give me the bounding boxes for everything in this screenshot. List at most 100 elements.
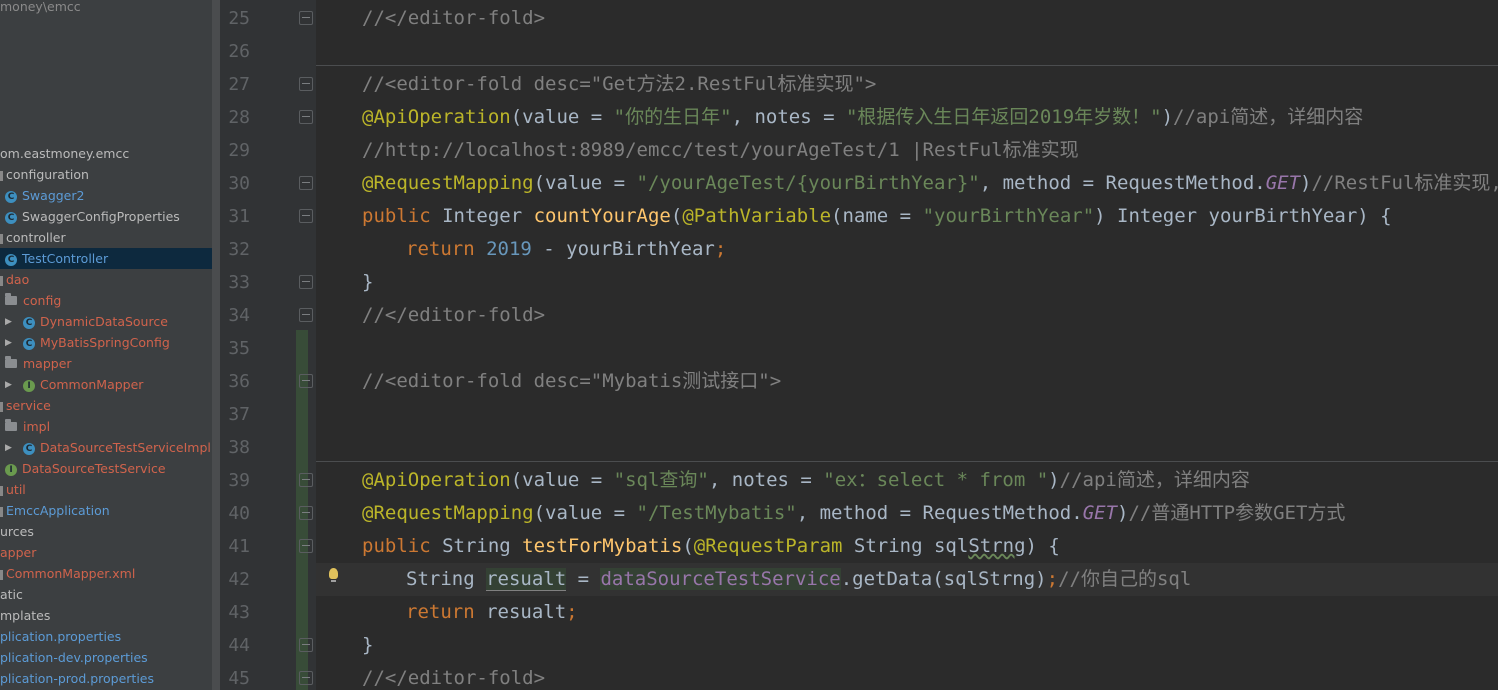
fold-marker-icon[interactable]: [299, 110, 313, 124]
code-token: testForMybatis: [522, 535, 683, 557]
code-editor[interactable]: 25 26 27 28 29 30 31 32 33 34 35 36 37 3…: [220, 0, 1498, 690]
tree-item-mapper-dir[interactable]: apper: [0, 542, 36, 563]
code-token: Integer: [442, 205, 534, 227]
class-icon: C: [5, 253, 17, 266]
code-token: ) {: [1025, 535, 1060, 557]
code-token: @RequestMapping: [362, 502, 534, 524]
tree-item-static[interactable]: atic: [0, 584, 23, 605]
fold-marker-icon[interactable]: [299, 638, 313, 652]
expand-arrow-icon[interactable]: ▶: [5, 438, 15, 459]
tree-item-label: dao: [6, 272, 30, 287]
tree-item-data-source-test-service-impl[interactable]: ▶ C DataSourceTestServiceImpl: [0, 437, 211, 458]
tree-item-service[interactable]: service: [0, 395, 51, 416]
folder-icon: [5, 419, 17, 431]
code-token: ) Integer yourBirthYear) {: [1094, 205, 1392, 227]
code-token: countYourAge: [533, 205, 671, 227]
tree-item-label: util: [6, 482, 26, 497]
code-token: @RequestMapping: [362, 172, 534, 194]
line-number: 37: [228, 404, 250, 425]
fold-marker-icon[interactable]: [299, 374, 313, 388]
code-token: "/TestMybatis": [636, 502, 797, 524]
tree-item-application-properties[interactable]: plication.properties: [0, 626, 121, 647]
tree-item-application-prod-properties[interactable]: plication-prod.properties: [0, 668, 154, 689]
code-token: //api简述，详细内容: [1173, 106, 1364, 128]
code-token: @RequestParam: [693, 535, 843, 557]
fold-marker-icon[interactable]: [299, 11, 313, 25]
fold-marker-icon[interactable]: [299, 176, 313, 190]
tree-item-application-dev-properties[interactable]: plication-dev.properties: [0, 647, 148, 668]
code-token: (value =: [510, 106, 614, 128]
code-line-42: String resualt = dataSourceTestService.g…: [406, 563, 1191, 596]
tree-item-label: DataSourceTestService: [22, 461, 166, 476]
code-line-30: @RequestMapping(value = "/yourAgeTest/{y…: [362, 167, 1498, 200]
code-token: ;: [566, 601, 578, 623]
line-number: 32: [228, 239, 250, 260]
fold-marker-icon[interactable]: [299, 671, 313, 685]
fold-marker-icon[interactable]: [299, 77, 313, 91]
code-token: resualt: [486, 601, 567, 623]
fold-marker-icon[interactable]: [299, 275, 313, 289]
tree-item-test-controller[interactable]: C TestController: [0, 248, 212, 269]
code-token: public: [362, 535, 443, 557]
panel-splitter[interactable]: [212, 0, 220, 690]
tree-item-label: plication-dev.properties: [0, 650, 148, 665]
tree-item-label: om.eastmoney.emcc: [0, 146, 130, 161]
tree-item-templates[interactable]: mplates: [0, 605, 50, 626]
tree-item-label: urces: [0, 524, 34, 539]
tree-item-path[interactable]: money\emcc: [0, 0, 81, 17]
tree-item-mapper[interactable]: mapper: [0, 353, 72, 374]
code-token: dataSourceTestService: [600, 568, 841, 590]
tree-item-configuration[interactable]: configuration: [0, 164, 89, 185]
code-token: String sql: [842, 535, 969, 557]
code-token: return: [406, 238, 487, 260]
tree-item-emcc-application[interactable]: EmccApplication: [0, 500, 110, 521]
code-token: 2019: [486, 238, 532, 260]
tree-item-dynamic-data-source[interactable]: ▶ C DynamicDataSource: [0, 311, 168, 332]
tree-item-data-source-test-service[interactable]: I DataSourceTestService: [0, 458, 166, 479]
tree-item-label: EmccApplication: [6, 503, 110, 518]
tree-item-dao[interactable]: dao: [0, 269, 29, 290]
tree-item-swagger2[interactable]: C Swagger2: [0, 185, 84, 206]
code-token: String: [406, 568, 487, 590]
line-number: 29: [228, 140, 250, 161]
code-line-32: return 2019 - yourBirthYear;: [406, 233, 726, 266]
tree-item-swagger-config-properties[interactable]: C SwaggerConfigProperties: [0, 206, 180, 227]
tree-item-config[interactable]: config: [0, 290, 61, 311]
line-number: 41: [228, 536, 250, 557]
tree-item-util[interactable]: util: [0, 479, 26, 500]
tree-item-common-mapper[interactable]: ▶ I CommonMapper: [0, 374, 143, 395]
code-token: resualt: [486, 568, 567, 591]
fold-marker-icon[interactable]: [299, 539, 313, 553]
code-line-39: @ApiOperation(value = "sql查询", notes = "…: [362, 464, 1250, 497]
code-token: .getData(sqlStrng): [840, 568, 1047, 590]
fold-marker-icon[interactable]: [299, 209, 313, 223]
expand-arrow-icon[interactable]: ▶: [5, 333, 15, 354]
tree-item-resources[interactable]: urces: [0, 521, 34, 542]
expand-arrow-icon[interactable]: ▶: [5, 375, 15, 396]
tree-item-mybatis-spring-config[interactable]: ▶ C MyBatisSpringConfig: [0, 332, 170, 353]
expand-arrow-icon[interactable]: ▶: [5, 312, 15, 333]
fold-marker-icon[interactable]: [299, 506, 313, 520]
tree-item-controller[interactable]: controller: [0, 227, 66, 248]
fold-marker-icon[interactable]: [299, 473, 313, 487]
tree-item-label: Swagger2: [22, 188, 85, 203]
lightbulb-icon[interactable]: [329, 568, 338, 582]
fold-marker-icon[interactable]: [299, 308, 313, 322]
code-token: GET: [1265, 172, 1301, 194]
tree-item-common-mapper-xml[interactable]: CommonMapper.xml: [0, 563, 135, 584]
code-token: //RestFul标准实现,必须: [1311, 172, 1498, 194]
tree-item-impl[interactable]: impl: [0, 416, 50, 437]
interface-icon: I: [5, 463, 17, 476]
line-number: 39: [228, 470, 250, 491]
tree-item-label: TestController: [22, 251, 109, 266]
class-icon: C: [5, 211, 17, 224]
code-token: //http://localhost:8989/emcc/test/yourAg…: [362, 139, 1079, 161]
code-token: Strng: [968, 535, 1026, 557]
line-number: 35: [228, 338, 250, 359]
code-line-45: //</editor-fold>: [362, 662, 545, 690]
tree-item-package[interactable]: om.eastmoney.emcc: [0, 143, 129, 164]
line-number: 30: [228, 173, 250, 194]
code-token: //<editor-fold desc="Get方法2.RestFul标准实现"…: [362, 73, 877, 95]
code-token: - yourBirthYear: [531, 238, 715, 260]
tree-item-label: configuration: [6, 167, 89, 182]
